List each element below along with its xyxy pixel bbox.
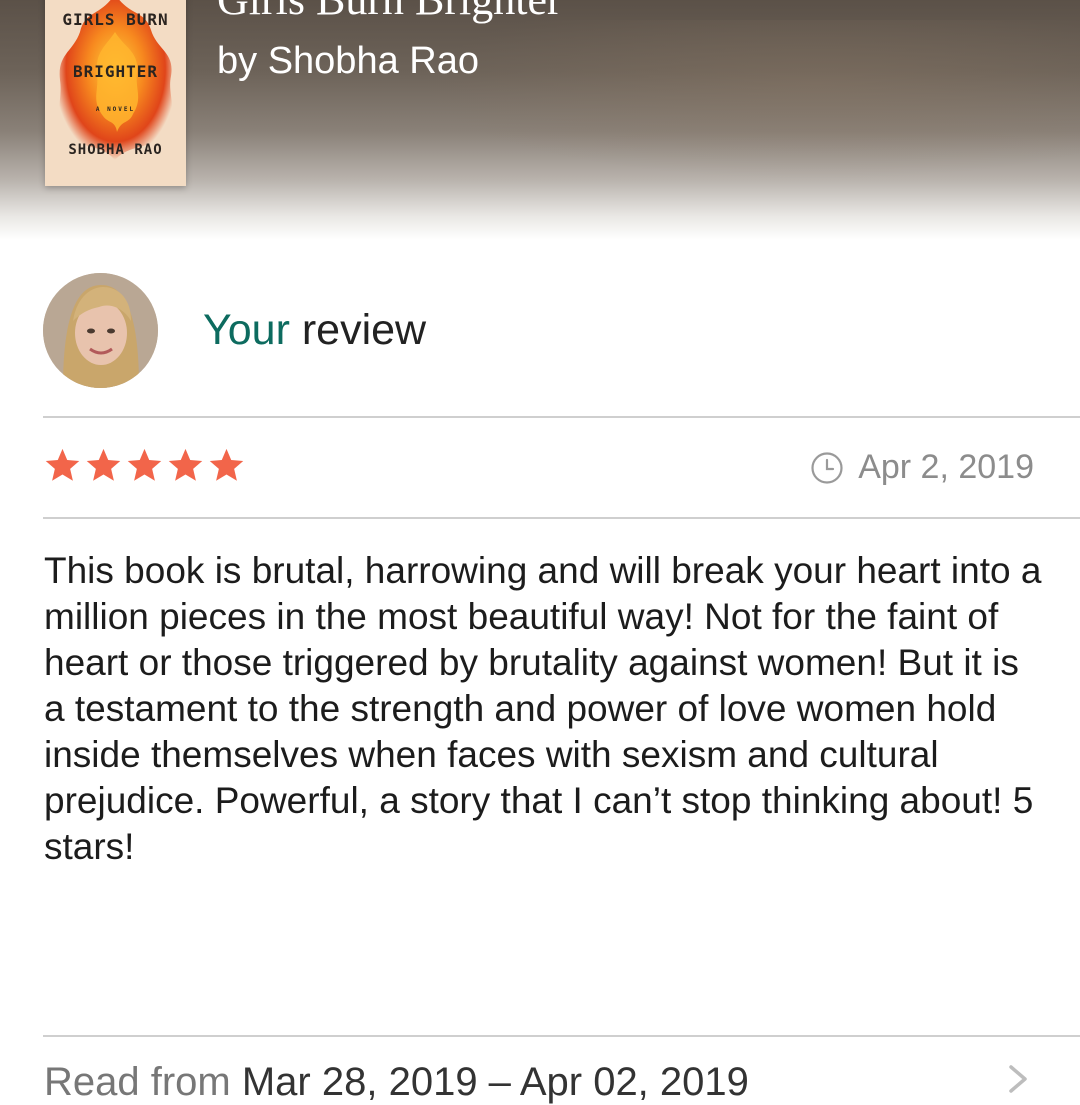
star-icon[interactable] <box>84 446 123 485</box>
cover-title-line-1: GIRLS BURN <box>62 10 169 29</box>
read-dates-value: Mar 28, 2019 – Apr 02, 2019 <box>230 1060 749 1104</box>
star-icon[interactable] <box>207 446 246 485</box>
cover-title-line-2: BRIGHTER <box>72 62 159 81</box>
star-rating[interactable] <box>43 446 246 485</box>
cover-subtitle: A NOVEL <box>95 106 136 113</box>
star-icon[interactable] <box>43 446 82 485</box>
star-icon[interactable] <box>125 446 164 485</box>
divider <box>43 416 1080 418</box>
header-background-glow <box>420 20 1080 180</box>
avatar-portrait <box>43 273 158 388</box>
review-heading-accent: Your <box>203 306 290 354</box>
read-dates-row[interactable]: Read from Mar 28, 2019 – Apr 02, 2019 <box>44 1060 749 1105</box>
book-title[interactable]: Girls Burn Brighter <box>217 0 562 25</box>
book-cover[interactable]: GIRLS BURN BRIGHTER A NOVEL SHOBHA RAO <box>45 0 186 186</box>
read-dates-label: Read from <box>44 1060 231 1104</box>
cover-author: SHOBHA RAO <box>68 142 163 158</box>
divider <box>43 1035 1080 1037</box>
review-body: This book is brutal, harrowing and will … <box>44 550 1042 867</box>
book-author[interactable]: by Shobha Rao <box>217 40 479 83</box>
review-date-text: Apr 2, 2019 <box>858 448 1034 486</box>
avatar[interactable] <box>43 273 158 388</box>
divider <box>43 517 1080 519</box>
review-heading-rest: review <box>289 306 427 354</box>
clock-icon <box>811 451 843 484</box>
review-date: Apr 2, 2019 <box>810 448 1034 487</box>
star-icon[interactable] <box>166 446 205 485</box>
book-header: GIRLS BURN BRIGHTER A NOVEL SHOBHA RAO G… <box>0 0 1080 240</box>
chevron-right-icon[interactable] <box>1006 1064 1030 1094</box>
review-heading: Your review <box>203 306 426 355</box>
